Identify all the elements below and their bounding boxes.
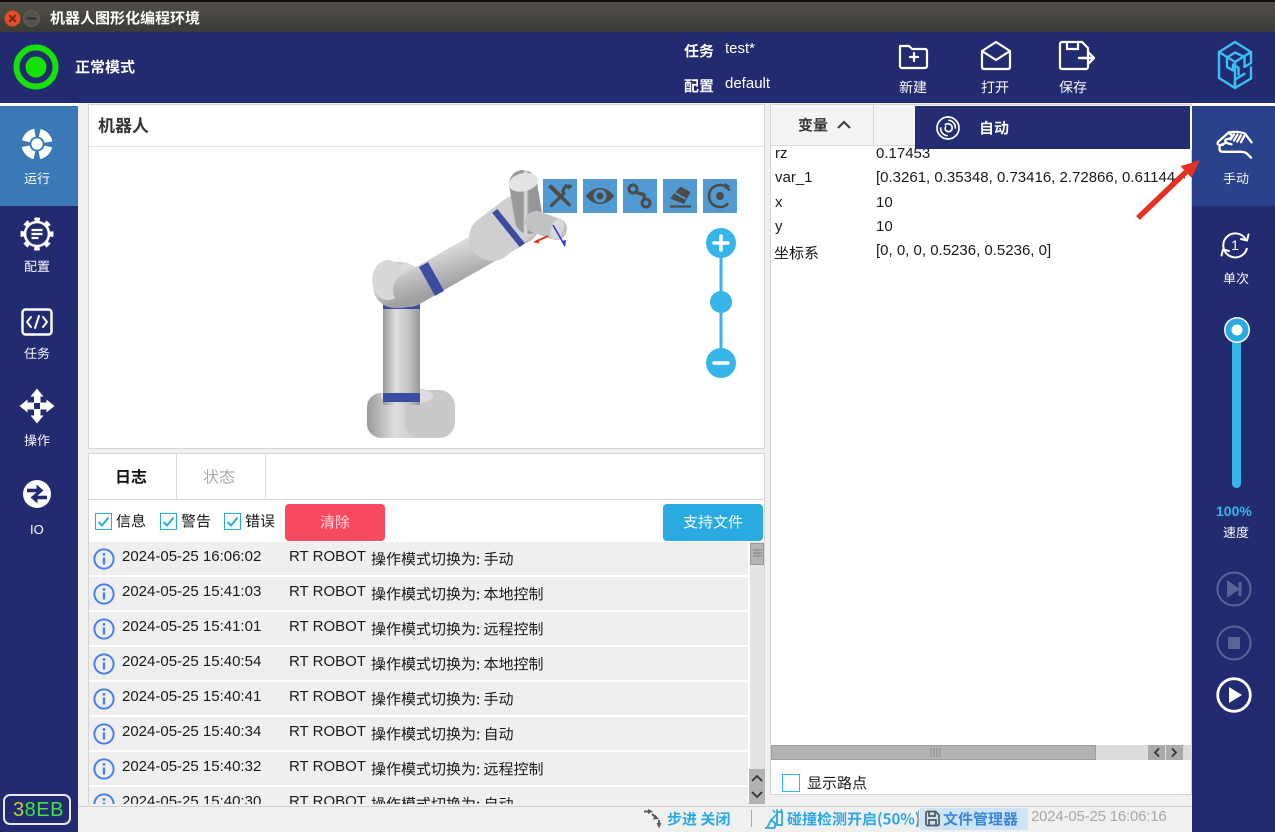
svg-text:1: 1 — [1231, 237, 1239, 253]
